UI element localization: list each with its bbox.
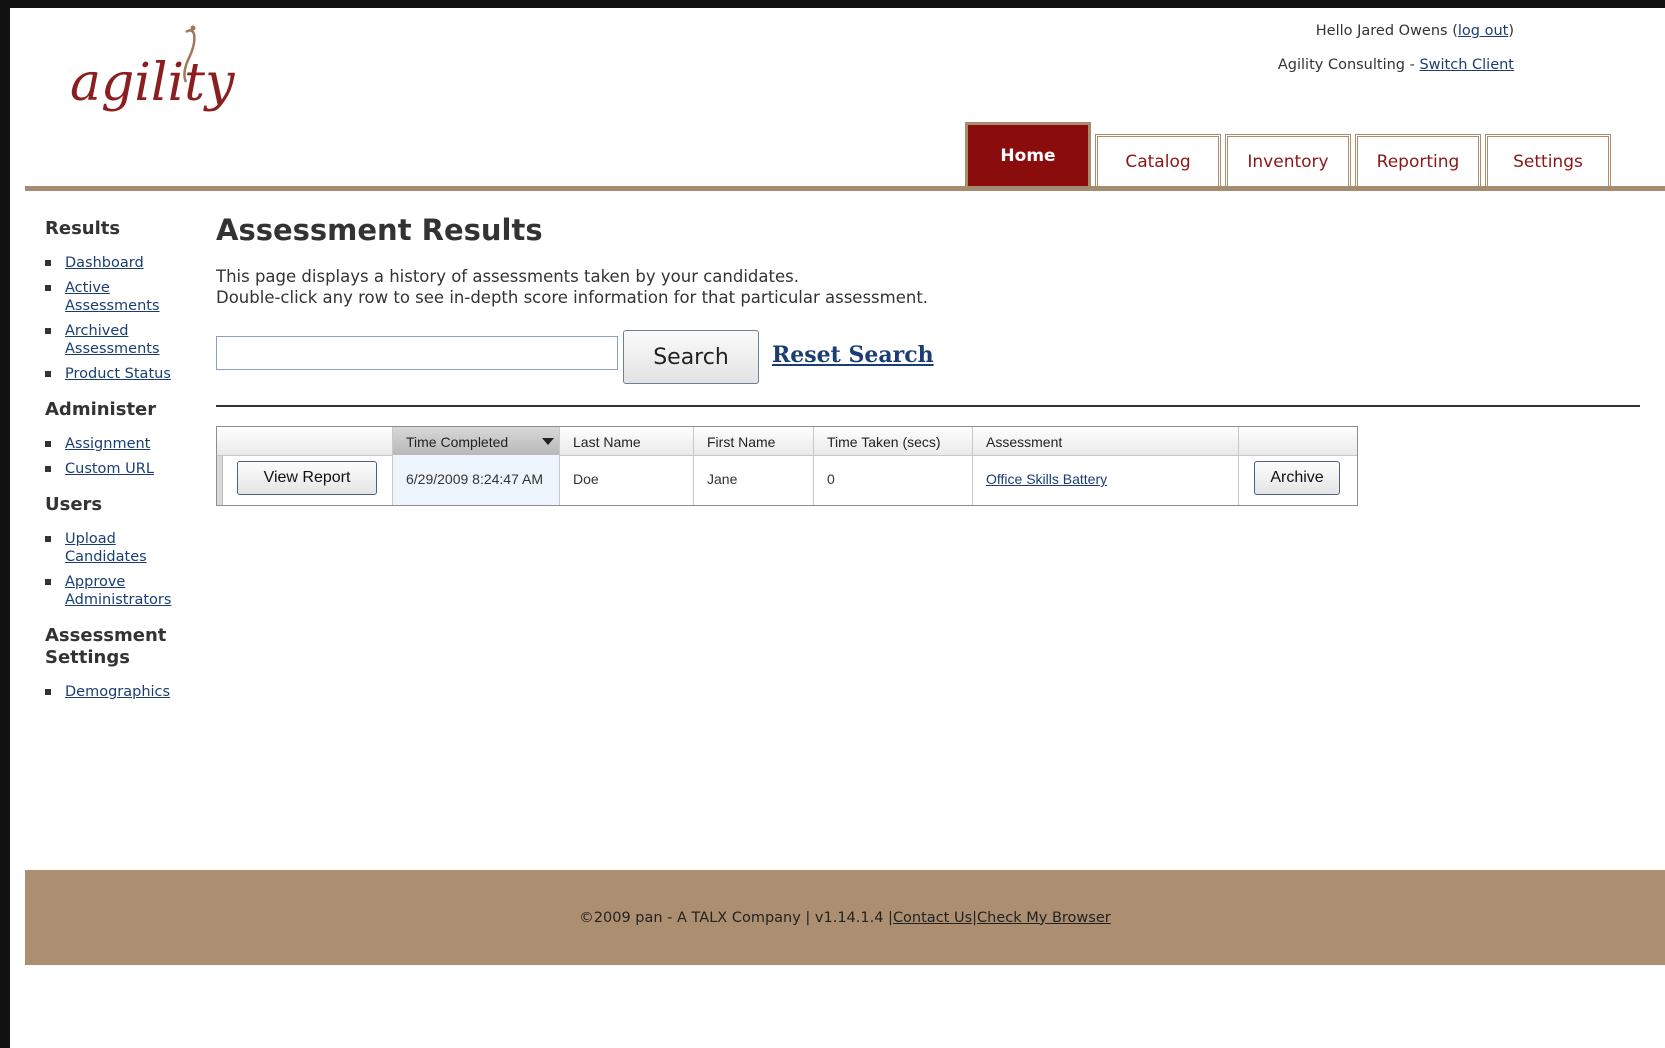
header-last-name[interactable]: Last Name	[573, 434, 641, 450]
switch-client-link[interactable]: Switch Client	[1419, 57, 1514, 73]
greeting-text: Hello Jared Owens (	[1315, 23, 1458, 39]
list-item: Active Assessments	[45, 279, 195, 315]
bullet-icon	[45, 441, 51, 447]
sidebar-item-approve-administrators[interactable]: Approve Administrators	[65, 574, 171, 608]
bullet-icon	[45, 260, 51, 266]
list-item: Product Status	[45, 365, 195, 383]
sidebar-item-archived-assessments[interactable]: Archived Assessments	[65, 323, 160, 357]
client-info: Agility Consulting - Switch Client	[1278, 57, 1514, 73]
list-item: Dashboard	[45, 254, 195, 272]
sidebar-list-users: Upload Candidates Approve Administrators	[45, 530, 195, 609]
client-name: Agility Consulting -	[1277, 57, 1420, 73]
tab-inventory[interactable]: Inventory	[1225, 134, 1351, 186]
agility-logo: agility	[68, 22, 238, 122]
bullet-icon	[45, 285, 51, 291]
bullet-icon	[45, 328, 51, 334]
user-greeting: Hello Jared Owens (log out)	[1316, 23, 1514, 39]
sidebar-list-assessment-settings: Demographics	[45, 683, 195, 701]
results-grid: Time Completed Last Name First Name Time…	[216, 426, 1358, 506]
cell-first-name: Jane	[707, 471, 738, 487]
sidebar-item-demographics[interactable]: Demographics	[65, 684, 170, 700]
tab-catalog[interactable]: Catalog	[1095, 134, 1221, 186]
footer-copyright: ©2009 pan - A TALX Company | v1.14.1.4 |	[579, 909, 893, 926]
sidebar-heading-assessment-settings: Assessment Settings	[45, 625, 167, 668]
header-first-name[interactable]: First Name	[707, 434, 775, 450]
page-description: This page displays a history of assessme…	[216, 266, 1646, 308]
search-button[interactable]: Search	[623, 330, 759, 384]
list-item: Assignment	[45, 435, 195, 453]
tab-reporting[interactable]: Reporting	[1355, 134, 1481, 186]
bullet-icon	[45, 536, 51, 542]
cell-time-taken: 0	[827, 471, 835, 487]
sidebar-list-results: Dashboard Active Assessments Archived As…	[45, 254, 195, 383]
archive-button[interactable]: Archive	[1254, 461, 1340, 495]
greeting-close: )	[1508, 23, 1514, 39]
header-divider	[25, 186, 1665, 191]
view-report-button[interactable]: View Report	[237, 461, 377, 495]
header-time-taken[interactable]: Time Taken (secs)	[827, 434, 941, 450]
tab-settings[interactable]: Settings	[1485, 134, 1611, 186]
sidebar-item-upload-candidates[interactable]: Upload Candidates	[65, 531, 147, 565]
sidebar-item-product-status[interactable]: Product Status	[65, 366, 171, 382]
main-content: Assessment Results This page displays a …	[216, 212, 1646, 506]
contact-us-link[interactable]: Contact Us	[893, 910, 972, 926]
header-time-completed[interactable]: Time Completed	[406, 434, 508, 450]
sort-descending-icon[interactable]	[542, 438, 554, 445]
content-divider	[216, 405, 1640, 407]
cell-last-name: Doe	[573, 471, 599, 487]
assessment-link[interactable]: Office Skills Battery	[986, 471, 1107, 487]
logout-link[interactable]: log out	[1458, 23, 1508, 39]
window-frame-inner	[10, 8, 1665, 10]
list-item: Upload Candidates	[45, 530, 195, 566]
reset-search-link[interactable]: Reset Search	[772, 342, 934, 368]
bullet-icon	[45, 371, 51, 377]
footer: ©2009 pan - A TALX Company | v1.14.1.4 |…	[25, 870, 1665, 965]
cell-time-completed: 6/29/2009 8:24:47 AM	[406, 471, 543, 487]
list-item: Custom URL	[45, 460, 195, 478]
logo-wordmark: agility	[70, 53, 235, 113]
list-item: Archived Assessments	[45, 322, 195, 358]
description-line-2: Double-click any row to see in-depth sco…	[216, 288, 929, 307]
sidebar-list-administer: Assignment Custom URL	[45, 435, 195, 478]
window-frame-top	[0, 0, 1665, 8]
sidebar: Results Dashboard Active Assessments Arc…	[45, 218, 195, 717]
search-bar: Search Reset Search	[216, 330, 1116, 386]
page-title: Assessment Results	[216, 213, 543, 247]
search-input[interactable]	[216, 336, 618, 370]
list-item: Demographics	[45, 683, 195, 701]
sidebar-item-dashboard[interactable]: Dashboard	[65, 255, 144, 271]
sidebar-heading-results: Results	[45, 218, 121, 239]
bullet-icon	[45, 466, 51, 472]
bullet-icon	[45, 689, 51, 695]
sidebar-item-assignment[interactable]: Assignment	[65, 436, 150, 452]
bullet-icon	[45, 579, 51, 585]
tab-home[interactable]: Home	[965, 122, 1091, 186]
sidebar-heading-administer: Administer	[45, 399, 157, 420]
sidebar-heading-users: Users	[45, 494, 103, 515]
window-frame-left	[0, 0, 10, 1048]
sidebar-item-custom-url[interactable]: Custom URL	[65, 461, 154, 477]
header-assessment[interactable]: Assessment	[986, 434, 1062, 450]
description-line-1: This page displays a history of assessme…	[216, 267, 799, 286]
list-item: Approve Administrators	[45, 573, 195, 609]
sidebar-item-active-assessments[interactable]: Active Assessments	[65, 280, 160, 314]
check-browser-link[interactable]: Check My Browser	[977, 910, 1111, 926]
